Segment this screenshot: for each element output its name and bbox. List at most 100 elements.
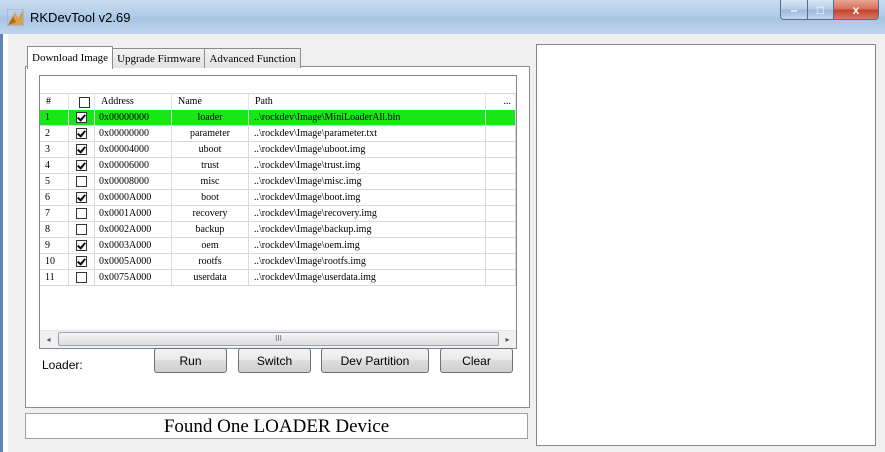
row-checkbox[interactable] — [76, 272, 87, 283]
row-num: 11 — [40, 270, 69, 286]
row-address: 0x00000000 — [95, 126, 172, 142]
row-num: 5 — [40, 174, 69, 190]
caption-buttons: – □ x — [780, 0, 879, 20]
maximize-button[interactable]: □ — [808, 0, 834, 20]
row-address: 0x00008000 — [95, 174, 172, 190]
header-checkbox[interactable] — [69, 94, 95, 110]
table-row[interactable]: 4 0x00006000 trust ..\rockdev\Image\trust.i… — [40, 158, 516, 174]
table-row[interactable]: 7 0x0001A000 recovery ..\rockdev\Image\reco… — [40, 206, 516, 222]
switch-button[interactable]: Switch — [238, 348, 311, 373]
maximize-icon: □ — [816, 2, 825, 17]
row-path: ..\rockdev\Image\recovery.img — [249, 206, 486, 222]
row-name: backup — [172, 222, 249, 238]
tab-advanced-function[interactable]: Advanced Function — [204, 48, 301, 68]
row-path: ..\rockdev\Image\misc.img — [249, 174, 486, 190]
row-checkbox[interactable] — [76, 160, 87, 171]
row-checkbox[interactable] — [76, 176, 87, 187]
header-address[interactable]: Address — [95, 94, 172, 110]
row-path: ..\rockdev\Image\backup.img — [249, 222, 486, 238]
select-all-checkbox[interactable] — [79, 96, 90, 108]
tab-strip: Download Image Upgrade Firmware Advanced… — [27, 46, 301, 69]
scroll-thumb[interactable]: III — [58, 332, 499, 346]
row-path: ..\rockdev\Image\uboot.img — [249, 142, 486, 158]
scroll-right-icon[interactable]: ▸ — [499, 331, 516, 348]
row-checkbox[interactable] — [76, 128, 87, 139]
tab-download-image[interactable]: Download Image — [27, 46, 114, 69]
row-checkbox-cell — [69, 158, 95, 174]
row-num: 6 — [40, 190, 69, 206]
minimize-icon: – — [790, 2, 798, 17]
row-more — [486, 158, 516, 174]
window-left-border — [0, 34, 3, 452]
table-row[interactable]: 11 0x0075A000 userdata ..\rockdev\Image\use… — [40, 270, 516, 286]
minimize-button[interactable]: – — [780, 0, 808, 20]
table-row[interactable]: 5 0x00008000 misc ..\rockdev\Image\misc.img — [40, 174, 516, 190]
row-name: uboot — [172, 142, 249, 158]
row-checkbox-cell — [69, 254, 95, 270]
row-address: 0x00004000 — [95, 142, 172, 158]
app-icon — [7, 9, 24, 26]
table-row[interactable]: 10 0x0005A000 rootfs ..\rockdev\Image\rootf… — [40, 254, 516, 270]
title-bar[interactable]: RKDevTool v2.69 – □ x — [0, 0, 885, 34]
row-more — [486, 190, 516, 206]
header-name[interactable]: Name — [172, 94, 249, 110]
tab-upgrade-firmware[interactable]: Upgrade Firmware — [112, 48, 206, 68]
row-checkbox[interactable] — [76, 112, 87, 123]
row-address: 0x00006000 — [95, 158, 172, 174]
header-path[interactable]: Path — [249, 94, 486, 110]
log-panel[interactable] — [536, 44, 876, 446]
scroll-left-icon[interactable]: ◂ — [40, 331, 57, 348]
list-header: # Address Name Path ... — [40, 93, 516, 111]
row-name: trust — [172, 158, 249, 174]
row-name: boot — [172, 190, 249, 206]
row-path: ..\rockdev\Image\trust.img — [249, 158, 486, 174]
run-button[interactable]: Run — [154, 348, 227, 373]
row-more — [486, 142, 516, 158]
row-address: 0x0000A000 — [95, 190, 172, 206]
row-address: 0x0001A000 — [95, 206, 172, 222]
row-more — [486, 110, 516, 126]
row-name: oem — [172, 238, 249, 254]
header-num[interactable]: # — [40, 94, 69, 110]
row-checkbox[interactable] — [76, 208, 87, 219]
row-path: ..\rockdev\Image\userdata.img — [249, 270, 486, 286]
image-list[interactable]: # Address Name Path ... 1 0x00000000 loade… — [39, 75, 517, 349]
row-name: loader — [172, 110, 249, 126]
table-row[interactable]: 8 0x0002A000 backup ..\rockdev\Image\backup… — [40, 222, 516, 238]
row-address: 0x0003A000 — [95, 238, 172, 254]
row-num: 1 — [40, 110, 69, 126]
loader-label: Loader: — [42, 358, 83, 372]
table-row[interactable]: 2 0x00000000 parameter ..\rockdev\Image\par… — [40, 126, 516, 142]
row-address: 0x0005A000 — [95, 254, 172, 270]
table-row[interactable]: 9 0x0003A000 oem ..\rockdev\Image\oem.img — [40, 238, 516, 254]
row-num: 9 — [40, 238, 69, 254]
row-checkbox-cell — [69, 238, 95, 254]
row-checkbox-cell — [69, 270, 95, 286]
header-more[interactable]: ... — [486, 94, 516, 110]
row-num: 3 — [40, 142, 69, 158]
row-checkbox-cell — [69, 110, 95, 126]
row-name: parameter — [172, 126, 249, 142]
row-name: userdata — [172, 270, 249, 286]
row-num: 8 — [40, 222, 69, 238]
dev-partition-button[interactable]: Dev Partition — [321, 348, 429, 373]
row-checkbox[interactable] — [76, 256, 87, 267]
row-num: 2 — [40, 126, 69, 142]
close-button[interactable]: x — [834, 0, 879, 20]
row-address: 0x00000000 — [95, 110, 172, 126]
table-row[interactable]: 6 0x0000A000 boot ..\rockdev\Image\boot.img — [40, 190, 516, 206]
row-name: rootfs — [172, 254, 249, 270]
row-more — [486, 206, 516, 222]
table-row[interactable]: 1 0x00000000 loader ..\rockdev\Image\MiniLo… — [40, 110, 516, 126]
row-checkbox-cell — [69, 190, 95, 206]
row-checkbox[interactable] — [76, 224, 87, 235]
row-checkbox[interactable] — [76, 240, 87, 251]
table-row[interactable]: 3 0x00004000 uboot ..\rockdev\Image\uboot.i… — [40, 142, 516, 158]
row-checkbox-cell — [69, 126, 95, 142]
row-checkbox[interactable] — [76, 192, 87, 203]
row-path: ..\rockdev\Image\rootfs.img — [249, 254, 486, 270]
clear-button[interactable]: Clear — [440, 348, 513, 373]
row-checkbox-cell — [69, 222, 95, 238]
horizontal-scrollbar[interactable]: ◂ III ▸ — [40, 330, 516, 348]
row-checkbox[interactable] — [76, 144, 87, 155]
